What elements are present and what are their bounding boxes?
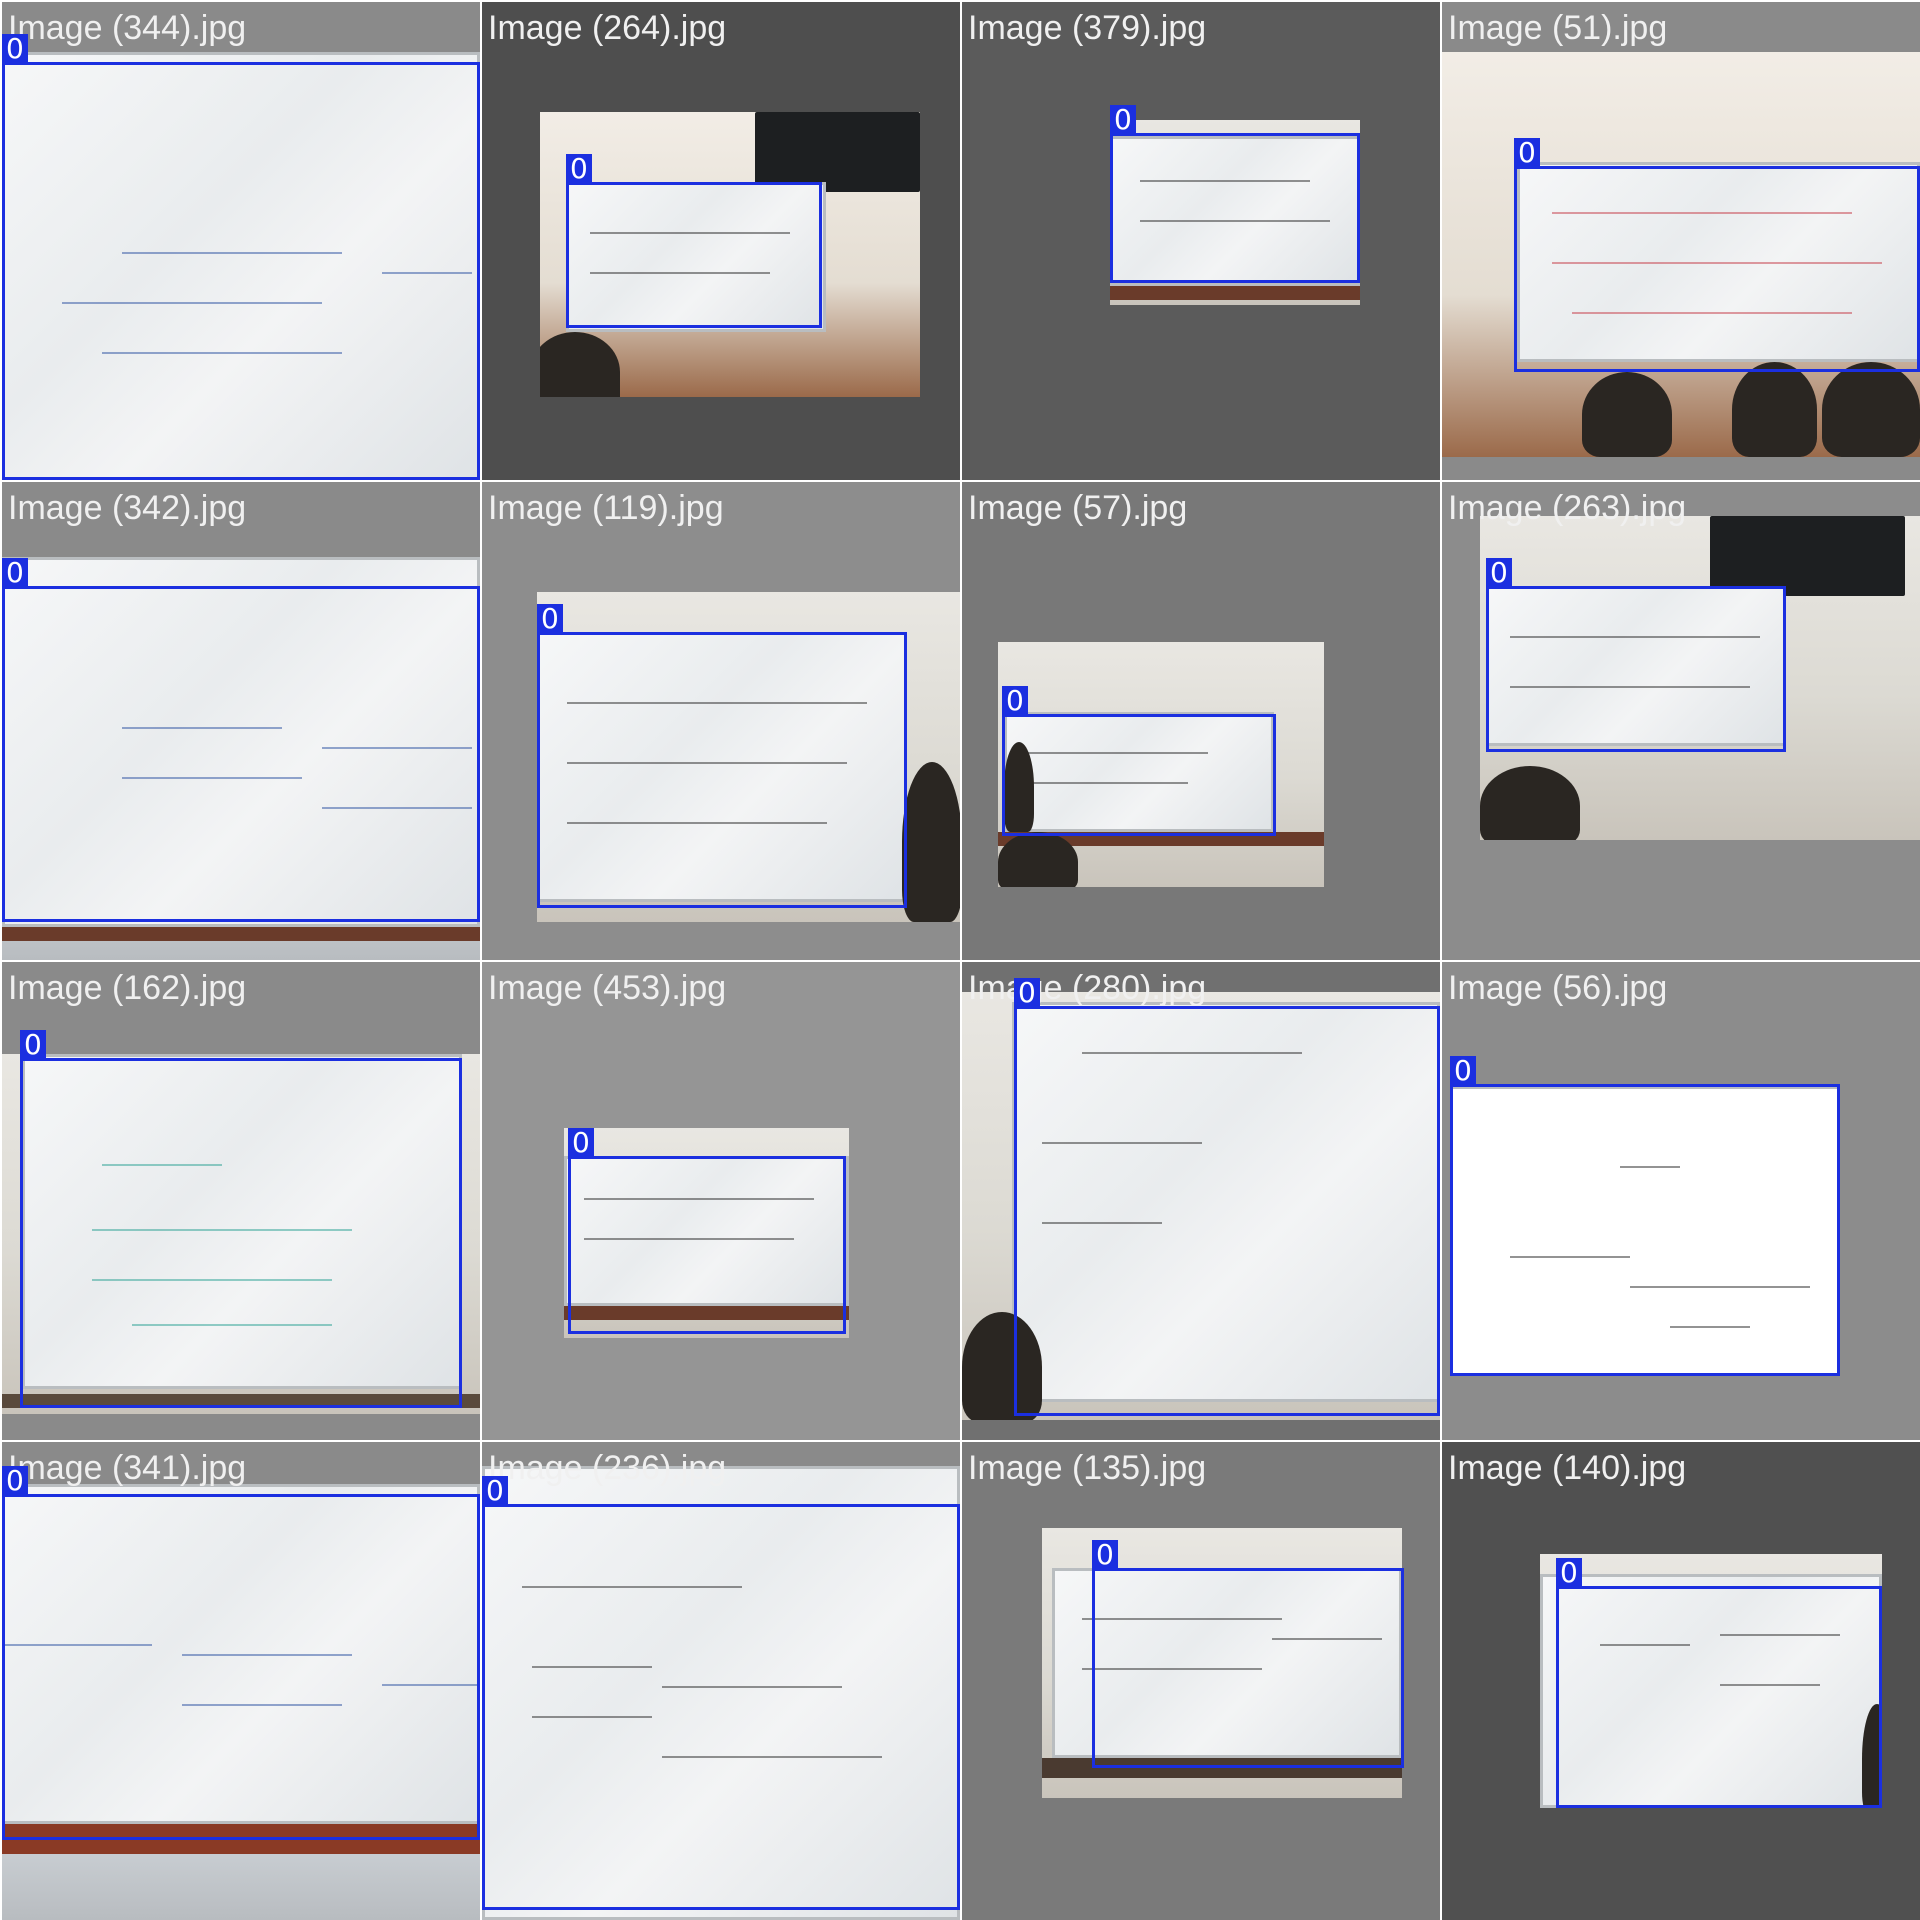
bbox-class-label: 0 [2, 558, 28, 588]
bounding-box[interactable]: 0 [482, 1476, 960, 1910]
tile-title: Image (119).jpg [488, 489, 724, 527]
tile-title: Image (453).jpg [488, 969, 727, 1007]
person [1582, 372, 1672, 457]
wall-tv [1710, 516, 1905, 596]
bounding-box[interactable]: 0 [568, 1128, 846, 1334]
tile-title: Image (51).jpg [1448, 9, 1668, 47]
tile-image-264[interactable]: Image (264).jpg 0 [482, 2, 960, 480]
tile-image-140[interactable]: Image (140).jpg 0 [1442, 1442, 1920, 1920]
tile-image-162[interactable]: Image (162).jpg 0 [2, 962, 480, 1440]
tile-title: Image (236).jpg [488, 1449, 727, 1487]
tile-image-119[interactable]: Image (119).jpg 0 [482, 482, 960, 960]
bounding-box[interactable]: 0 [20, 1030, 462, 1408]
tile-image-263[interactable]: Image (263).jpg 0 [1442, 482, 1920, 960]
bounding-box[interactable]: 0 [1002, 686, 1276, 836]
tile-title: Image (140).jpg [1448, 1449, 1687, 1487]
bbox-class-label: 0 [482, 1476, 508, 1506]
bounding-box[interactable]: 0 [1014, 978, 1440, 1416]
bbox-class-label: 0 [1014, 978, 1040, 1008]
tile-image-56[interactable]: Image (56).jpg 0 [1442, 962, 1920, 1440]
bounding-box[interactable]: 0 [1514, 138, 1920, 372]
bbox-class-label: 0 [566, 154, 592, 184]
bbox-class-label: 0 [537, 604, 563, 634]
tile-image-341[interactable]: Image (341).jpg 0 [2, 1442, 480, 1920]
bbox-class-label: 0 [1002, 686, 1028, 716]
bounding-box[interactable]: 0 [566, 154, 822, 328]
tile-image-344[interactable]: Image (344).jpg 0 [2, 2, 480, 480]
person-head [902, 762, 960, 922]
board-tray [1110, 286, 1360, 300]
bbox-class-label: 0 [1450, 1056, 1476, 1086]
tile-image-453[interactable]: Image (453).jpg 0 [482, 962, 960, 1440]
bbox-class-label: 0 [1110, 105, 1136, 135]
tile-title: Image (280).jpg [968, 969, 1207, 1007]
board-tray [2, 927, 480, 941]
tile-image-342[interactable]: Image (342).jpg 0 [2, 482, 480, 960]
person [1822, 362, 1920, 457]
bounding-box[interactable]: 0 [1450, 1056, 1840, 1376]
tile-title: Image (344).jpg [8, 9, 247, 47]
tile-image-236[interactable]: Image (236).jpg 0 [482, 1442, 960, 1920]
tile-title: Image (264).jpg [488, 9, 727, 47]
bounding-box[interactable]: 0 [1110, 105, 1360, 283]
tile-title: Image (135).jpg [968, 1449, 1207, 1487]
tile-title: Image (379).jpg [968, 9, 1207, 47]
person-head [1480, 766, 1580, 840]
bbox-class-label: 0 [20, 1030, 46, 1060]
tile-image-135[interactable]: Image (135).jpg 0 [962, 1442, 1440, 1920]
bounding-box[interactable]: 0 [2, 34, 480, 480]
wall-tv [755, 112, 920, 192]
person [1732, 362, 1817, 457]
bbox-class-label: 0 [1092, 1540, 1118, 1570]
bbox-class-label: 0 [1556, 1558, 1582, 1588]
tile-title: Image (341).jpg [8, 1449, 247, 1487]
person-head [540, 332, 620, 397]
bbox-class-label: 0 [1514, 138, 1540, 168]
bounding-box[interactable]: 0 [1092, 1540, 1404, 1768]
bounding-box[interactable]: 0 [2, 558, 480, 922]
tile-title: Image (57).jpg [968, 489, 1188, 527]
tile-title: Image (342).jpg [8, 489, 247, 527]
bbox-class-label: 0 [2, 1466, 28, 1496]
tile-image-57[interactable]: Image (57).jpg 0 [962, 482, 1440, 960]
bbox-class-label: 0 [568, 1128, 594, 1158]
bbox-class-label: 0 [2, 34, 28, 64]
person-head [998, 832, 1078, 887]
tile-title: Image (263).jpg [1448, 489, 1687, 527]
bounding-box[interactable]: 0 [537, 604, 907, 908]
bounding-box[interactable]: 0 [1556, 1558, 1882, 1808]
tile-image-379[interactable]: Image (379).jpg 0 [962, 2, 1440, 480]
bounding-box[interactable]: 0 [1486, 558, 1786, 752]
tile-title: Image (162).jpg [8, 969, 247, 1007]
bounding-box[interactable]: 0 [2, 1466, 480, 1840]
image-grid: Image (344).jpg 0 Image (264).jpg 0 Imag… [0, 0, 1920, 1920]
tile-image-280[interactable]: Image (280).jpg 0 [962, 962, 1440, 1440]
tile-image-51[interactable]: Image (51).jpg 0 [1442, 2, 1920, 480]
tile-title: Image (56).jpg [1448, 969, 1668, 1007]
bbox-class-label: 0 [1486, 558, 1512, 588]
